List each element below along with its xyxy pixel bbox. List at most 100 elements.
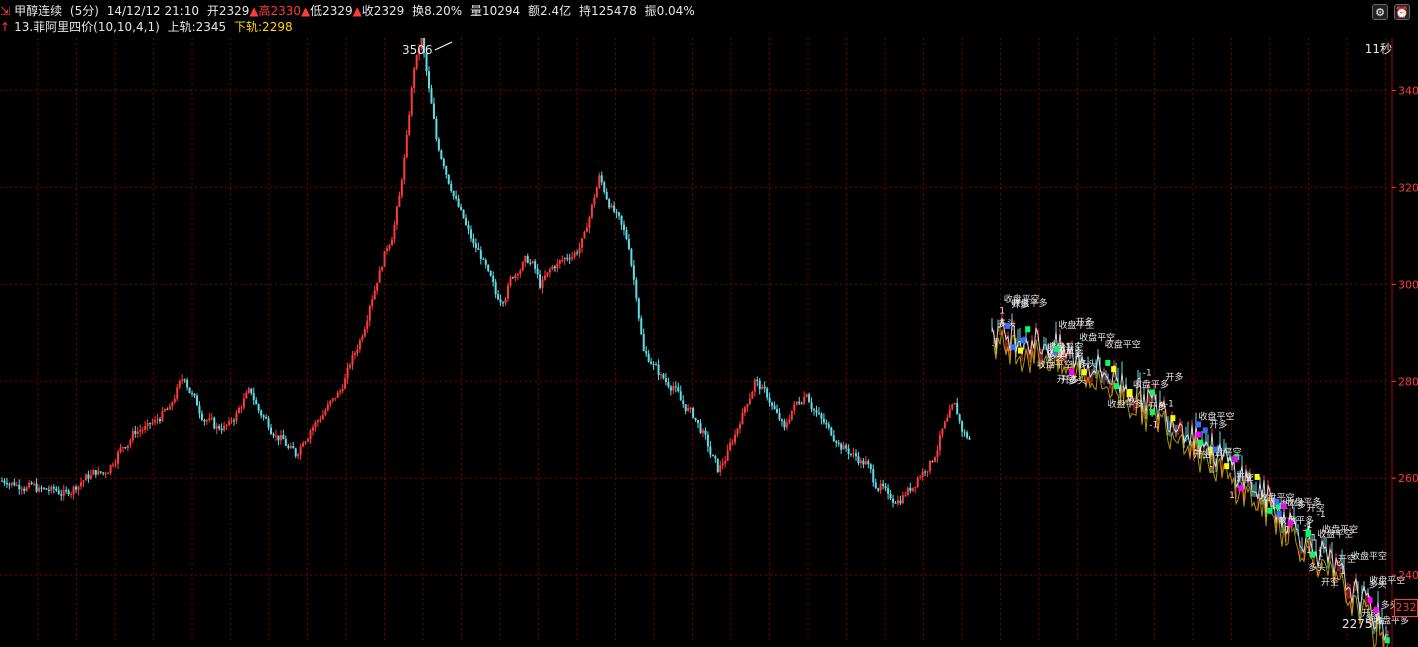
candlestick-series	[1, 38, 1389, 647]
candle-body	[250, 388, 253, 394]
candle-body	[862, 460, 865, 465]
candle-body	[620, 215, 623, 225]
y-tick-label: 240	[1398, 569, 1418, 582]
candle-body	[336, 392, 339, 398]
low-arrow-icon: ▲	[301, 4, 311, 18]
candle-body	[724, 460, 727, 464]
candle-body	[267, 418, 270, 428]
indicator-name[interactable]: 13.菲阿里四价(10,10,4,1)	[14, 20, 160, 34]
candle-body	[193, 393, 196, 396]
candle-body	[813, 409, 816, 411]
candle-body	[42, 487, 45, 489]
alarm-icon[interactable]: ⏰	[1394, 4, 1410, 20]
high-price: 高2330	[258, 4, 302, 18]
y-tick-label: 340	[1398, 84, 1418, 97]
y-tick-label: 260	[1398, 472, 1418, 485]
candle-body	[23, 488, 26, 491]
candle-body	[872, 469, 875, 483]
candle-body	[608, 199, 611, 208]
candle-body	[163, 409, 166, 411]
candle-body	[845, 445, 848, 449]
signal-marker	[1111, 366, 1117, 373]
gear-icon[interactable]: ⚙	[1372, 4, 1388, 20]
candle-body	[3, 480, 6, 483]
candle-body	[92, 469, 95, 475]
candle-body	[916, 478, 919, 487]
candle-body	[474, 243, 477, 249]
signal-label: 开空	[1321, 576, 1339, 588]
candle-body	[38, 487, 41, 492]
candle-body	[62, 490, 65, 496]
amount-value: 额2.4亿	[528, 4, 572, 18]
candle-body	[879, 483, 882, 491]
candle-body	[440, 150, 443, 159]
candle-body	[521, 262, 524, 271]
signal-label: 1	[1318, 549, 1324, 559]
price-chart[interactable]: 1收盘平多开多1多头多头开空收盘平多多头收盘平多开空11-1收盘平多收盘平空开空…	[0, 38, 1418, 647]
candle-body	[692, 407, 695, 418]
candle-body	[294, 448, 297, 457]
candle-body	[121, 447, 124, 449]
candle-body	[943, 421, 946, 429]
candle-body	[840, 443, 843, 450]
candle-body	[349, 364, 352, 368]
candle-body	[951, 404, 954, 410]
candle-body	[956, 403, 959, 415]
candle-body	[126, 445, 129, 448]
candle-body	[758, 380, 761, 390]
candle-body	[642, 333, 645, 351]
candle-body	[390, 239, 393, 246]
candle-body	[494, 282, 497, 295]
candle-body	[70, 494, 73, 496]
signal-marker	[1202, 427, 1208, 434]
symbol-label[interactable]: 甲醇连续	[14, 4, 62, 18]
candle-body	[341, 388, 344, 391]
candle-body	[450, 183, 453, 191]
candle-body	[351, 354, 354, 365]
candle-body	[869, 464, 872, 470]
amplitude-value: 振0.04%	[644, 4, 695, 18]
y-tick-label: 300	[1398, 278, 1418, 291]
candle-body	[746, 404, 749, 408]
low-price: 低2329	[310, 4, 353, 18]
signal-marker	[1020, 337, 1026, 344]
candle-body	[726, 450, 729, 461]
candle-body	[756, 379, 759, 381]
candle-body	[75, 486, 78, 490]
candle-body	[630, 249, 633, 266]
candle-body	[18, 484, 21, 490]
candle-body	[697, 419, 700, 424]
candle-body	[462, 209, 465, 219]
candle-body	[810, 402, 813, 410]
candle-body	[751, 391, 754, 399]
signal-marker	[1287, 520, 1293, 527]
candle-body	[339, 390, 342, 393]
candle-body	[257, 404, 260, 411]
period-label[interactable]: (5分)	[70, 4, 99, 18]
candle-body	[188, 387, 191, 394]
candle-body	[82, 480, 85, 483]
candle-body	[198, 405, 201, 414]
candle-body	[465, 218, 468, 225]
candle-body	[576, 252, 579, 254]
candle-body	[504, 298, 507, 304]
candle-body	[738, 424, 741, 429]
candle-body	[400, 179, 403, 196]
candle-body	[455, 196, 458, 199]
candle-body	[936, 450, 939, 458]
candle-body	[203, 419, 206, 422]
y-tick-label: 280	[1398, 375, 1418, 388]
candle-body	[837, 442, 840, 444]
turnover-rate: 换8.20%	[412, 4, 463, 18]
candle-body	[168, 406, 171, 410]
candle-body	[864, 461, 867, 465]
candle-body	[388, 245, 391, 249]
candle-body	[405, 134, 408, 158]
signal-marker	[1276, 510, 1282, 517]
candle-body	[326, 404, 329, 411]
candle-body	[386, 248, 389, 251]
candle-body	[136, 431, 139, 434]
max-price-label: 3506	[402, 43, 433, 57]
candle-body	[605, 191, 608, 200]
candle-body	[618, 212, 621, 216]
